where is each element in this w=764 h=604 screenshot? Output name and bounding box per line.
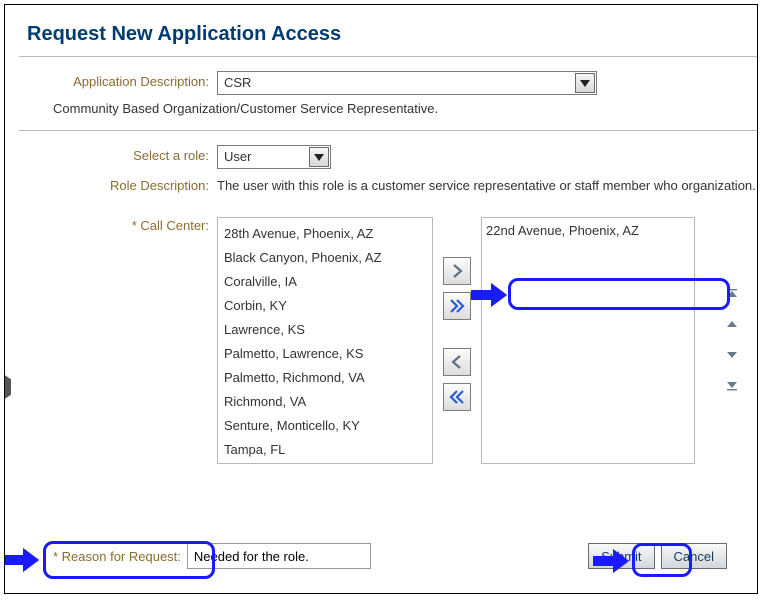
action-buttons: Submit Cancel [588, 543, 727, 569]
divider [19, 56, 757, 57]
list-item[interactable]: Corbin, KY [224, 294, 426, 318]
role-label: Select a role: [19, 145, 217, 167]
move-up-icon[interactable] [725, 318, 739, 333]
application-desc-label: Application Description: [19, 71, 217, 93]
chevron-down-icon [309, 147, 329, 167]
divider [19, 130, 757, 131]
list-item[interactable]: Palmetto, Richmond, VA [224, 366, 426, 390]
list-item[interactable]: Tampa, FL [224, 438, 426, 462]
form-page: Request New Application Access Applicati… [4, 4, 758, 594]
call-center-label: * Call Center: [19, 215, 217, 237]
move-all-right-button[interactable] [443, 292, 471, 320]
move-left-button[interactable] [443, 348, 471, 376]
submit-button[interactable]: Submit [588, 543, 654, 569]
call-center-available-list[interactable]: 28th Avenue, Phoenix, AZBlack Canyon, Ph… [217, 217, 433, 464]
application-desc-selected: CSR [224, 72, 251, 94]
page-title: Request New Application Access [27, 23, 757, 46]
reason-label: * Reason for Request: [53, 549, 181, 564]
application-desc-value-wrap: CSR [217, 71, 757, 95]
role-selected: User [224, 146, 251, 168]
list-item[interactable]: 28th Avenue, Phoenix, AZ [224, 222, 426, 246]
move-right-button[interactable] [443, 257, 471, 285]
call-center-selected-list[interactable]: 22nd Avenue, Phoenix, AZ [481, 217, 695, 464]
list-item[interactable]: Coralville, IA [224, 270, 426, 294]
role-desc-row: Role Description: The user with this rol… [19, 175, 757, 197]
list-item[interactable]: Black Canyon, Phoenix, AZ [224, 246, 426, 270]
call-center-row: * Call Center: 28th Avenue, Phoenix, AZB… [19, 215, 757, 464]
list-item[interactable]: Richmond, VA [224, 390, 426, 414]
role-select[interactable]: User [217, 145, 331, 169]
cancel-button[interactable]: Cancel [661, 543, 727, 569]
list-item[interactable]: Senture, Monticello, KY [224, 414, 426, 438]
role-desc-label: Role Description: [19, 175, 217, 197]
annotation-arrow-icon [4, 548, 39, 575]
move-bottom-icon[interactable] [725, 380, 739, 395]
move-all-left-button[interactable] [443, 383, 471, 411]
reason-row: * Reason for Request: [53, 543, 371, 569]
list-item[interactable]: Palmetto, Lawrence, KS [224, 342, 426, 366]
move-down-icon[interactable] [725, 349, 739, 364]
list-item[interactable]: 22nd Avenue, Phoenix, AZ [486, 220, 690, 242]
application-desc-select[interactable]: CSR [217, 71, 597, 95]
application-desc-help: Community Based Organization/Customer Se… [53, 101, 757, 116]
chevron-down-icon [575, 73, 595, 93]
collapse-handle-icon[interactable] [4, 374, 11, 400]
shuttle-widget: 28th Avenue, Phoenix, AZBlack Canyon, Ph… [217, 217, 739, 464]
application-desc-row: Application Description: CSR [19, 71, 757, 95]
role-row: Select a role: User [19, 145, 757, 169]
role-value-wrap: User [217, 145, 757, 169]
reason-input[interactable] [187, 543, 371, 569]
shuttle-buttons [443, 257, 471, 411]
move-top-icon[interactable] [725, 287, 739, 302]
reorder-controls [725, 287, 739, 395]
list-item[interactable]: Lawrence, KS [224, 318, 426, 342]
role-desc-text: The user with this role is a customer se… [217, 175, 757, 197]
